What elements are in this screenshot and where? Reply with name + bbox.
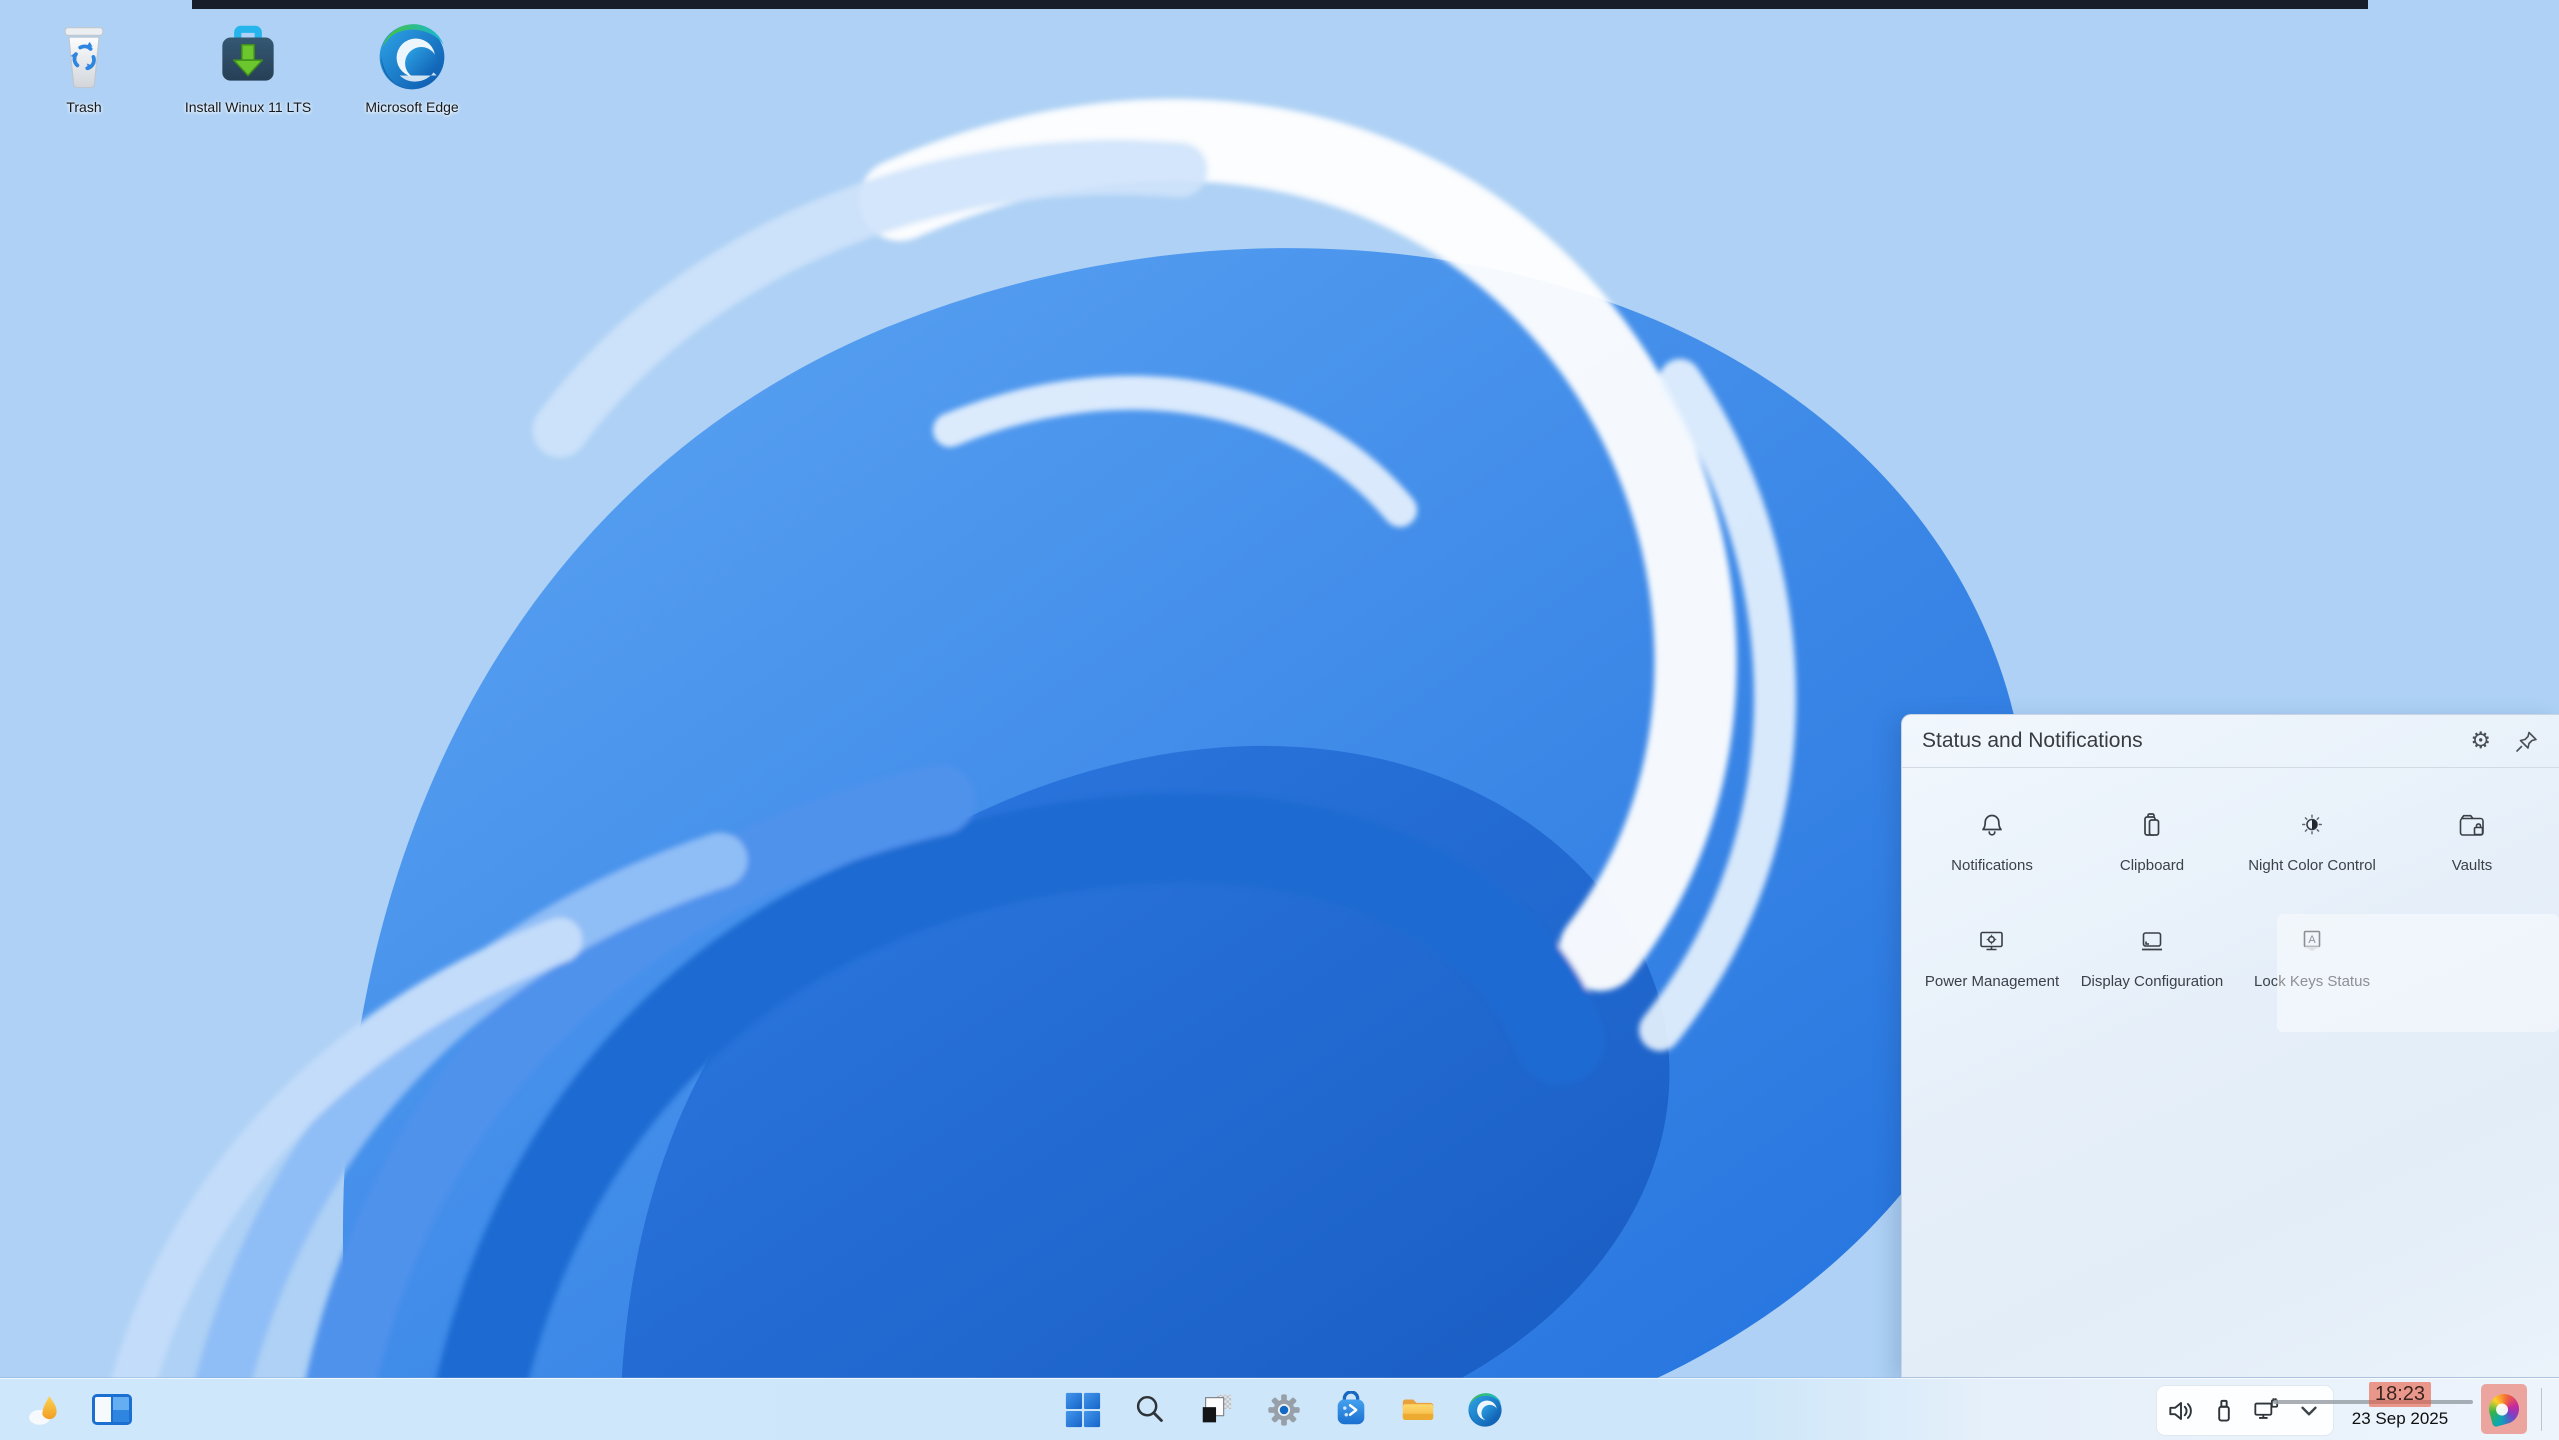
panel-item-clipboard[interactable]: Clipboard [2072, 808, 2232, 876]
display-configuration-icon [2135, 924, 2169, 960]
desktop-icon-edge[interactable]: Microsoft Edge [336, 12, 488, 116]
tray-expand-chevron-icon[interactable] [2291, 1393, 2327, 1429]
weather-widget-icon[interactable] [26, 1391, 64, 1429]
gear-icon[interactable]: ⚙ [2470, 730, 2491, 752]
start-icon [1064, 1391, 1102, 1429]
status-notifications-panel: Status and Notifications ⚙ Notifications [1901, 714, 2559, 1378]
discover-button[interactable] [1331, 1390, 1371, 1430]
desktop-icon-trash[interactable]: Trash [8, 12, 160, 116]
copilot-button[interactable] [2481, 1384, 2527, 1434]
panel-item-label: Clipboard [2120, 856, 2184, 876]
panel-item-display-configuration[interactable]: Display Configuration [2072, 924, 2232, 992]
discover-store-icon [1332, 1391, 1370, 1429]
clock-time: 18:23 [2369, 1382, 2431, 1407]
panel-title: Status and Notifications [1922, 729, 2470, 753]
panel-item-notifications[interactable]: Notifications [1912, 808, 2072, 876]
panel-item-vaults[interactable]: Vaults [2392, 808, 2552, 876]
pager-desktop-2 [113, 1397, 129, 1422]
folder-icon [1399, 1391, 1437, 1429]
panel-item-label: Power Management [1925, 972, 2059, 992]
desktop-icon-label: Trash [66, 99, 101, 116]
pin-icon[interactable] [2515, 729, 2539, 753]
volume-icon[interactable] [2163, 1393, 2199, 1429]
clock-widget[interactable]: 18:23 23 Sep 2025 [2338, 1382, 2462, 1431]
trash-icon [51, 12, 117, 94]
edge-icon [375, 12, 449, 94]
desktop-icon-installer[interactable]: Install Winux 11 LTS [172, 12, 324, 116]
task-view-button[interactable] [1197, 1390, 1237, 1430]
display-connector-icon[interactable] [2248, 1393, 2284, 1429]
virtual-desktop-pager[interactable] [92, 1394, 132, 1425]
taskbar: 18:23 23 Sep 2025 [0, 1378, 2559, 1440]
edge-button[interactable] [1465, 1390, 1505, 1430]
pager-desktop-1 [95, 1397, 113, 1422]
panel-item-label: Display Configuration [2081, 972, 2224, 992]
settings-button[interactable] [1264, 1390, 1304, 1430]
panel-hover-highlight [2277, 914, 2559, 1032]
desktop-screen: { "desktop": { "icons": [ {"label": "Tra… [0, 0, 2559, 1439]
panel-item-night-color[interactable]: Night Color Control [2232, 808, 2392, 876]
system-tray [2156, 1385, 2334, 1436]
installer-bag-icon [209, 12, 287, 94]
start-button[interactable] [1063, 1390, 1103, 1430]
panel-item-label: Vaults [2452, 856, 2493, 876]
copilot-icon [2486, 1391, 2523, 1428]
task-view-icon [1198, 1391, 1236, 1429]
panel-item-power-management[interactable]: Power Management [1912, 924, 2072, 992]
panel-grid: Notifications Clipboard [1902, 768, 2559, 1040]
vault-icon [2455, 808, 2489, 844]
desktop-icon-label: Install Winux 11 LTS [185, 99, 311, 116]
desktop-icon-label: Microsoft Edge [365, 99, 458, 116]
search-button[interactable] [1130, 1390, 1170, 1430]
night-color-icon [2295, 808, 2329, 844]
search-icon [1131, 1391, 1169, 1429]
settings-gear-icon [1265, 1391, 1303, 1429]
power-management-icon [1975, 924, 2009, 960]
show-desktop-divider [2541, 1388, 2542, 1431]
panel-item-label: Notifications [1951, 856, 2033, 876]
usb-device-icon[interactable] [2206, 1393, 2242, 1429]
panel-item-label: Night Color Control [2248, 856, 2376, 876]
file-manager-button[interactable] [1398, 1390, 1438, 1430]
panel-header: Status and Notifications ⚙ [1902, 715, 2559, 768]
bell-icon [1975, 808, 2009, 844]
edge-icon [1466, 1391, 1504, 1429]
desktop-icon-area: Trash Install Winux 11 LTS Microsoft Edg [8, 12, 488, 116]
clock-date: 23 Sep 2025 [2338, 1407, 2462, 1431]
hidden-window-edge [192, 0, 2368, 9]
clipboard-icon [2135, 808, 2169, 844]
